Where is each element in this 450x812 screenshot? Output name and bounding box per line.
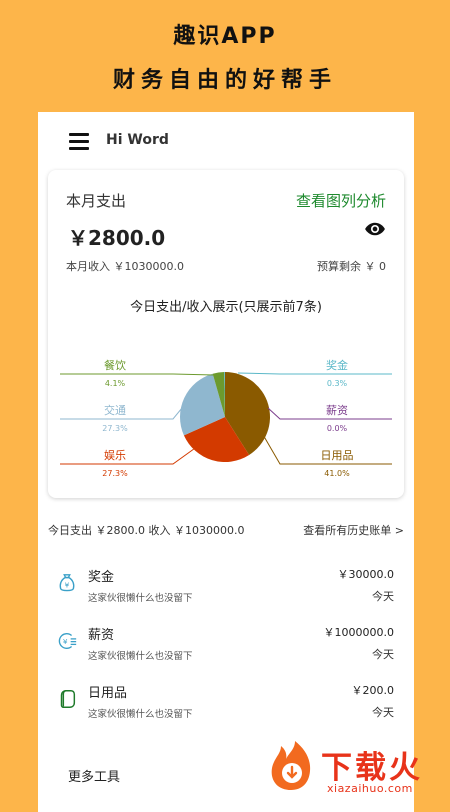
transaction-amount: ￥30000.0 bbox=[337, 568, 395, 581]
hamburger-menu-icon[interactable] bbox=[69, 133, 89, 151]
promo-title: 趣识APP bbox=[173, 24, 277, 49]
header-title: Hi Word bbox=[106, 132, 169, 148]
app-header: Hi Word bbox=[38, 112, 414, 170]
transaction-date: 今天 bbox=[372, 706, 394, 719]
view-history-link[interactable]: 查看所有历史账单 > bbox=[303, 522, 404, 538]
app-screen: Hi Word 本月支出 查看图列分析 ￥2800.0 本月收入 ￥103000… bbox=[38, 112, 414, 812]
transaction-amount: ￥200.0 bbox=[351, 684, 395, 697]
leader-line bbox=[60, 373, 215, 376]
budget-remaining: 预算剩余 ￥ 0 bbox=[317, 260, 386, 273]
slice-label: 薪资 bbox=[326, 404, 348, 417]
transaction-name: 奖金 bbox=[88, 570, 115, 585]
transaction-date: 今天 bbox=[372, 648, 394, 661]
transaction-name: 日用品 bbox=[88, 686, 128, 701]
card-title: 本月支出 bbox=[66, 192, 127, 210]
transaction-note: 这家伙很懒什么也没留下 bbox=[88, 593, 193, 604]
flame-logo-icon bbox=[271, 741, 311, 790]
money-bag-icon: ¥ bbox=[59, 574, 75, 592]
slice-label: 餐饮 bbox=[104, 358, 126, 372]
svg-text:¥: ¥ bbox=[63, 637, 68, 646]
transaction-amount: ￥1000000.0 bbox=[323, 626, 395, 639]
transaction-date: 今天 bbox=[372, 590, 394, 603]
watermark: 下载火 xiazaihuo.com bbox=[265, 738, 450, 800]
slice-percent: 0.3% bbox=[327, 379, 348, 388]
monthly-income: 本月收入 ￥1030000.0 bbox=[66, 260, 184, 273]
slice-percent: 27.3% bbox=[102, 469, 128, 478]
watermark-text: 下载火 bbox=[321, 750, 423, 786]
transaction-name: 薪资 bbox=[88, 628, 115, 643]
slice-percent: 27.3% bbox=[102, 424, 128, 433]
promo-subtitle: 财务自由的好帮手 bbox=[112, 68, 337, 93]
svg-text:¥: ¥ bbox=[65, 581, 70, 590]
slice-percent: 41.0% bbox=[324, 469, 350, 478]
more-tools-heading[interactable]: 更多工具 bbox=[68, 766, 120, 785]
leader-line bbox=[60, 445, 199, 465]
salary-icon: ¥ bbox=[58, 633, 77, 649]
eye-icon[interactable] bbox=[364, 220, 386, 238]
view-chart-analysis-link[interactable]: 查看图列分析 bbox=[296, 190, 386, 211]
slice-label: 奖金 bbox=[326, 358, 348, 372]
chart-title: 今日支出/收入展示(只展示前7条) bbox=[130, 300, 322, 315]
leader-line bbox=[237, 372, 392, 375]
slice-label: 娱乐 bbox=[104, 448, 126, 462]
tissue-icon bbox=[60, 690, 76, 708]
transaction-note: 这家伙很懒什么也没留下 bbox=[88, 651, 193, 662]
slice-percent: 4.1% bbox=[105, 379, 126, 388]
pie-chart: 餐饮 4.1% 奖金 0.3% 交通 27.3% 薪资 0.0% 娱乐 27.3% 日用品 41.0% bbox=[60, 358, 392, 478]
transaction-row[interactable]: ¥ 奖金 这家伙很懒什么也没留下 ￥30000.0 今天 bbox=[38, 558, 414, 616]
transaction-row[interactable]: 日用品 这家伙很懒什么也没留下 ￥200.0 今天 bbox=[38, 674, 414, 732]
watermark-url: xiazaihuo.com bbox=[327, 782, 413, 795]
transaction-note: 这家伙很懒什么也没留下 bbox=[88, 709, 193, 720]
slice-label: 日用品 bbox=[321, 449, 354, 462]
monthly-expense-amount: ￥2800.0 bbox=[68, 226, 166, 250]
transaction-row[interactable]: ¥ 薪资 这家伙很懒什么也没留下 ￥1000000.0 今天 bbox=[38, 616, 414, 674]
monthly-expense-card: 本月支出 查看图列分析 ￥2800.0 本月收入 ￥1030000.0 预算剩余… bbox=[48, 170, 404, 498]
slice-label: 交通 bbox=[104, 403, 126, 417]
today-summary: 今日支出 ￥2800.0 收入 ￥1030000.0 bbox=[48, 524, 245, 537]
slice-percent: 0.0% bbox=[327, 424, 348, 433]
